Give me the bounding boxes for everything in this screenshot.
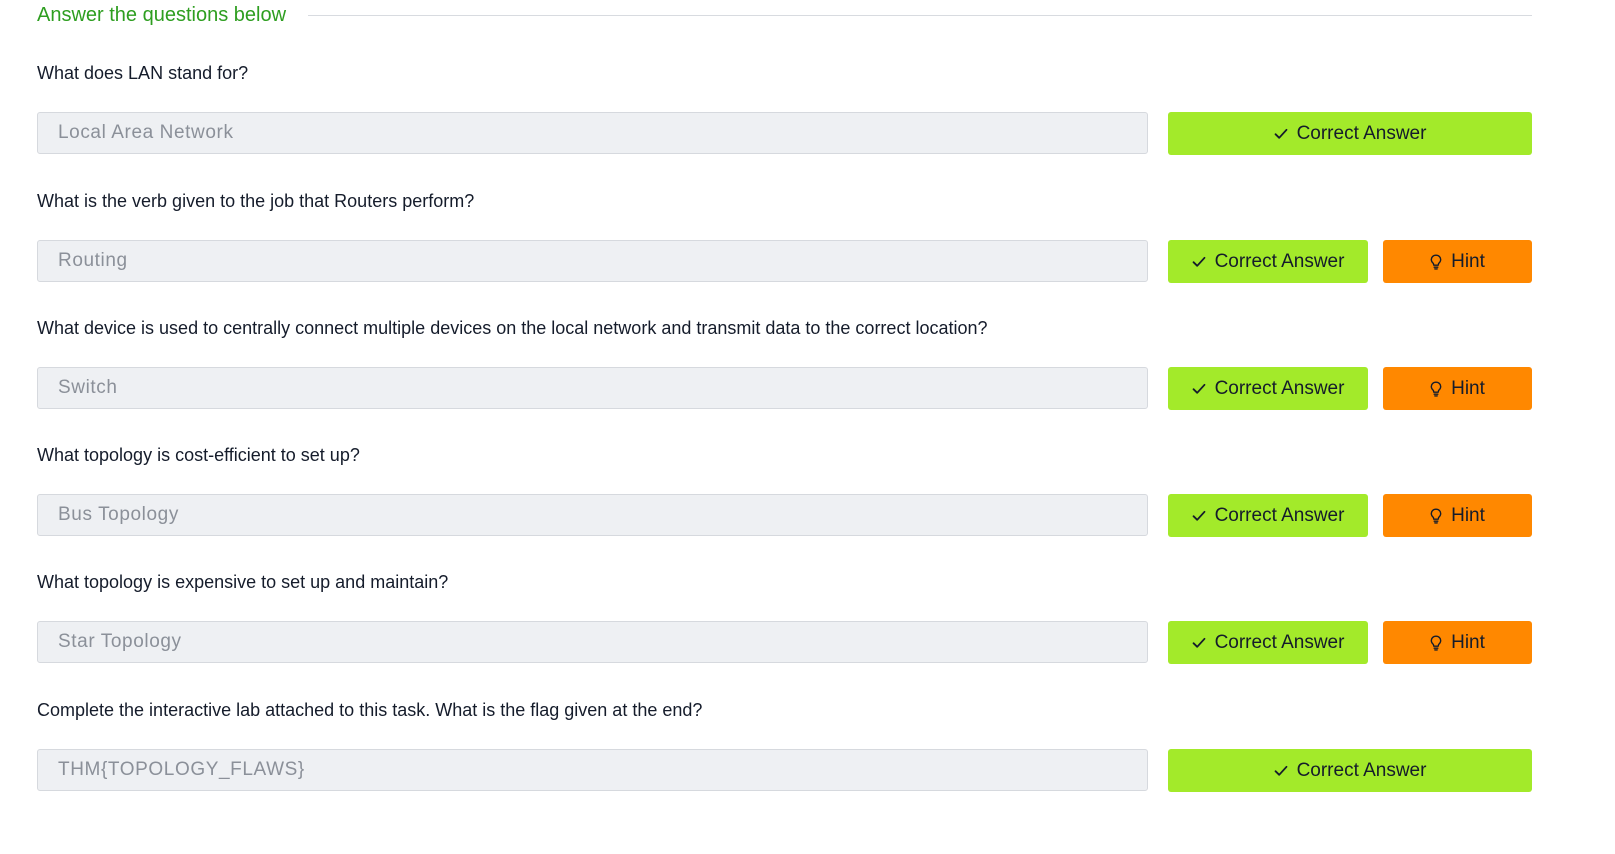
lightbulb-icon — [1430, 508, 1442, 524]
check-icon — [1274, 765, 1288, 777]
answer-field[interactable]: Routing — [37, 240, 1148, 282]
answer-row: Switch Correct Answer Hint — [37, 367, 1532, 411]
hint-label: Hint — [1451, 504, 1485, 526]
correct-answer-label: Correct Answer — [1214, 504, 1345, 526]
header-divider — [308, 14, 1532, 16]
correct-answer-label: Correct Answer — [1214, 250, 1345, 272]
check-icon — [1192, 510, 1206, 522]
check-icon — [1274, 128, 1288, 140]
answer-field[interactable]: Star Topology — [37, 621, 1148, 663]
questions-header: Answer the questions below — [37, 0, 1532, 30]
question-text: What is the verb given to the job that R… — [37, 191, 475, 211]
correct-answer-button[interactable]: Correct Answer — [1168, 749, 1532, 792]
lightbulb-icon — [1430, 635, 1442, 651]
correct-answer-button[interactable]: Correct Answer — [1168, 621, 1368, 664]
hint-label: Hint — [1451, 631, 1485, 653]
answer-row: Routing Correct Answer Hint — [37, 240, 1532, 284]
hint-button[interactable]: Hint — [1383, 240, 1532, 283]
answer-row: Bus Topology Correct Answer Hint — [37, 494, 1532, 538]
hint-label: Hint — [1451, 377, 1485, 399]
question-text: What does LAN stand for? — [37, 63, 249, 83]
hint-button[interactable]: Hint — [1383, 367, 1532, 410]
answer-field[interactable]: THM{TOPOLOGY_FLAWS} — [37, 749, 1148, 791]
correct-answer-label: Correct Answer — [1214, 377, 1345, 399]
check-icon — [1192, 383, 1206, 395]
correct-answer-label: Correct Answer — [1296, 759, 1427, 781]
question-text: What topology is cost-efficient to set u… — [37, 445, 360, 465]
answer-field[interactable]: Local Area Network — [37, 112, 1148, 154]
answer-row: Star Topology Correct Answer Hint — [37, 621, 1532, 665]
section-title: Answer the questions below — [37, 3, 287, 26]
check-icon — [1192, 637, 1206, 649]
hint-button[interactable]: Hint — [1383, 621, 1532, 664]
correct-answer-button[interactable]: Correct Answer — [1168, 240, 1368, 283]
answer-row: THM{TOPOLOGY_FLAWS} Correct Answer — [37, 749, 1532, 793]
correct-answer-button[interactable]: Correct Answer — [1168, 112, 1532, 155]
question-text: What device is used to centrally connect… — [37, 318, 988, 338]
hint-label: Hint — [1451, 250, 1485, 272]
answer-row: Local Area Network Correct Answer — [37, 112, 1532, 156]
correct-answer-button[interactable]: Correct Answer — [1168, 367, 1368, 410]
correct-answer-label: Correct Answer — [1214, 631, 1345, 653]
lightbulb-icon — [1430, 254, 1442, 270]
correct-answer-button[interactable]: Correct Answer — [1168, 494, 1368, 537]
correct-answer-label: Correct Answer — [1296, 122, 1427, 144]
answer-field[interactable]: Bus Topology — [37, 494, 1148, 536]
question-text: Complete the interactive lab attached to… — [37, 700, 703, 720]
lightbulb-icon — [1430, 381, 1442, 397]
hint-button[interactable]: Hint — [1383, 494, 1532, 537]
answer-field[interactable]: Switch — [37, 367, 1148, 409]
check-icon — [1192, 256, 1206, 268]
question-text: What topology is expensive to set up and… — [37, 572, 449, 592]
